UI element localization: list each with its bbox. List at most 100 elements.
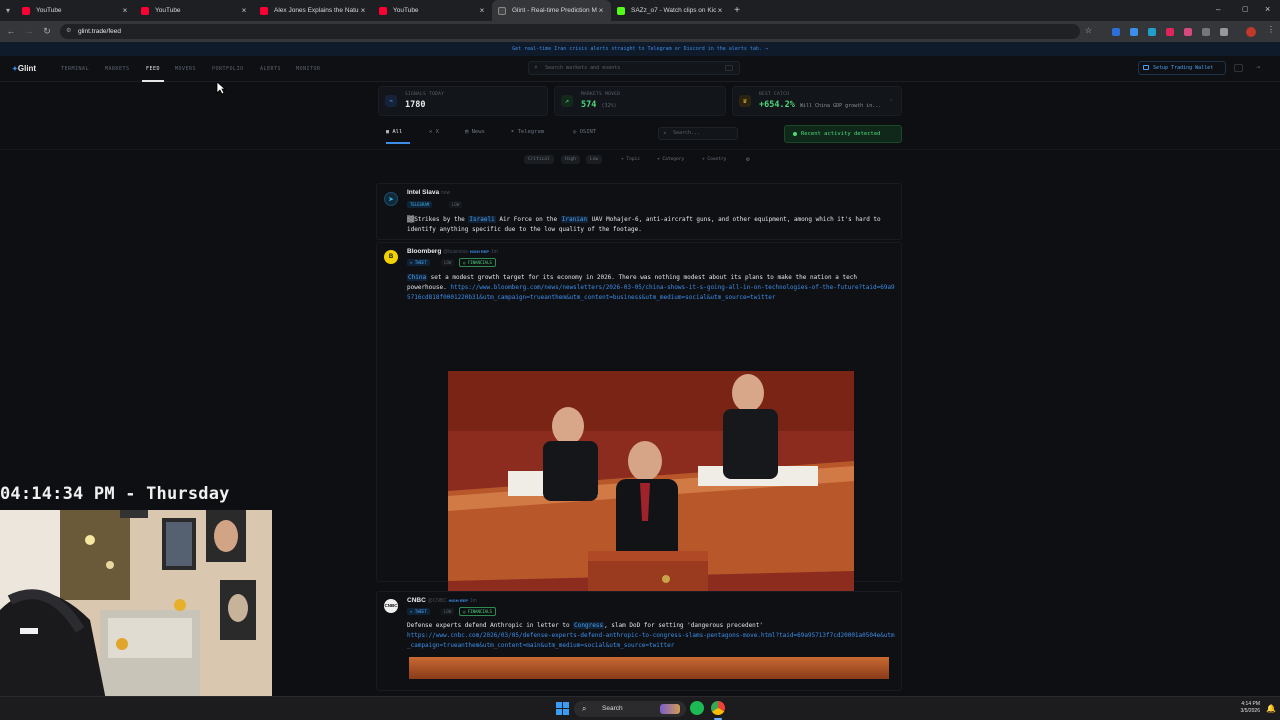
glint-logo[interactable]: ✦Glint (12, 64, 36, 73)
star-icon[interactable]: ☆ (1085, 26, 1092, 35)
taskbar-clock[interactable]: 4:14 PM 3/5/2026 (1220, 701, 1260, 715)
site-info-icon[interactable]: ⚙ (66, 27, 71, 34)
post-image[interactable] (409, 657, 889, 679)
new-tab-icon[interactable]: + (730, 5, 744, 16)
best-catch-value: +654.2% (759, 100, 795, 110)
shortcut-key-icon (725, 65, 733, 71)
browser-tab-2[interactable]: YouTube × (135, 0, 254, 21)
notification-icon[interactable]: 🔔 (1266, 704, 1276, 713)
nav-movers[interactable]: MOVERS (175, 66, 196, 72)
browser-tab-4[interactable]: YouTube × (373, 0, 492, 21)
extension-icon[interactable] (1148, 28, 1156, 36)
post-link[interactable]: https://www.cnbc.com/2026/03/05/defense-… (407, 632, 895, 649)
market-search-input[interactable]: ⌕ Search markets and events (528, 61, 740, 75)
post-author: Bloomberg @business HIGH REP 1m (407, 248, 498, 255)
nav-terminal[interactable]: TERMINAL (61, 66, 89, 72)
source-label: TWEET (414, 260, 427, 265)
filter-tab-telegram[interactable]: ➤ Telegram (511, 129, 544, 135)
entity-highlight[interactable]: Israeli (468, 216, 496, 223)
chip-country[interactable]: + Country (702, 157, 726, 162)
extension-icon[interactable] (1130, 28, 1138, 36)
feed-search-input[interactable]: ⌕ Search... (658, 127, 738, 140)
logout-icon[interactable]: ⇥ (1256, 63, 1260, 71)
stat-best-catch[interactable]: ♛ BEST CATCH +654.2% Will China GDP grow… (732, 86, 902, 116)
menu-icon[interactable]: ⋮ (1267, 25, 1275, 34)
search-placeholder: Search markets and events (545, 65, 621, 71)
nav-portfolio[interactable]: PORTFOLIO (212, 66, 244, 72)
close-icon[interactable]: × (121, 6, 129, 15)
stat-signals: ⌁ SIGNALS TODAY 1780 (378, 86, 548, 116)
puzzle-icon[interactable] (1220, 28, 1228, 36)
browser-tab-5[interactable]: Glint - Real-time Prediction Ma × (492, 0, 611, 21)
stat-markets: ↗ MARKETS MOVED 574 (32%) (554, 86, 726, 116)
chip-low[interactable]: Low (586, 155, 603, 164)
stat-label: BEST CATCH (759, 92, 790, 97)
close-icon[interactable]: × (359, 6, 367, 15)
chip-topic[interactable]: + Topic (621, 157, 640, 162)
nav-alerts[interactable]: ALERTS (260, 66, 281, 72)
feed-item[interactable]: B Bloomberg @business HIGH REP 1m ✕ TWEE… (376, 242, 902, 641)
profile-avatar[interactable] (1246, 27, 1256, 37)
chip-category[interactable]: + Category (657, 157, 684, 162)
layout-icon[interactable] (1234, 64, 1243, 72)
youtube-icon (141, 6, 149, 15)
post-text: Air Force on the (495, 216, 561, 223)
nav-markets[interactable]: MARKETS (105, 66, 130, 72)
close-icon[interactable]: × (597, 6, 605, 15)
close-icon[interactable]: × (240, 6, 248, 15)
entity-highlight[interactable]: China (407, 274, 428, 281)
severity-badge: LOW (441, 259, 455, 266)
browser-tab-6[interactable]: SAZz_o7 - Watch clips on Kick × (611, 0, 730, 21)
glint-favicon-icon (498, 6, 506, 15)
chip-high[interactable]: High (561, 155, 580, 164)
feed-search-placeholder: Search... (673, 130, 701, 136)
url-text: glint.trade/feed (78, 28, 122, 35)
entity-highlight[interactable]: Congress (573, 622, 605, 629)
chrome-icon[interactable] (711, 701, 725, 715)
nav-monitor[interactable]: MONITOR (296, 66, 321, 72)
url-field[interactable]: ⚙ glint.trade/feed ☆ (60, 24, 1092, 39)
browser-tab-1[interactable]: YouTube × (16, 0, 135, 21)
source-badge: TELEGRAM (407, 201, 433, 208)
logo-text: Glint (17, 64, 37, 73)
chip-critical[interactable]: Critical (524, 155, 554, 164)
search-icon: ⌕ (663, 130, 667, 137)
category-tag: ◎ FINANCIALS (459, 607, 496, 616)
forward-icon[interactable]: → (20, 26, 38, 36)
post-body: ▒▒Strikes by the Israeli Air Force on th… (407, 215, 897, 235)
close-icon[interactable]: × (478, 6, 486, 15)
browser-tab-3[interactable]: Alex Jones Explains the Nature × (254, 0, 373, 21)
back-icon[interactable]: ← (2, 26, 20, 36)
start-icon[interactable] (556, 702, 569, 715)
settings-gear-icon[interactable]: ⚙ (746, 156, 750, 163)
reload-icon[interactable]: ↻ (38, 26, 56, 37)
post-time: 1m (469, 598, 477, 604)
maximize-icon[interactable]: ▢ (1242, 5, 1249, 13)
extension-icon[interactable] (1184, 28, 1192, 36)
window-close-icon[interactable]: × (1265, 4, 1270, 14)
filter-tab-osint[interactable]: ◎ OSINT (573, 129, 596, 135)
active-nav-indicator (142, 80, 164, 82)
filter-tab-all[interactable]: ▦ All (386, 129, 402, 135)
tab-search-icon[interactable]: ▾ (0, 6, 16, 15)
tab-title: YouTube (155, 7, 181, 14)
taskbar-search[interactable]: ⌕ Search (574, 701, 686, 717)
post-link[interactable]: https://www.bloomberg.com/news/newslette… (407, 284, 895, 301)
nav-feed[interactable]: FEED (146, 66, 160, 72)
recent-activity-text: Recent activity detected (801, 131, 881, 137)
filter-tab-label: All (392, 129, 403, 135)
entity-highlight[interactable]: Iranian (560, 216, 589, 223)
alert-banner[interactable]: Get real-time Iran crisis alerts straigh… (0, 42, 1280, 56)
extension-icon[interactable] (1166, 28, 1174, 36)
webcam-overlay (0, 510, 272, 720)
source-badge: ✕ TWEET (407, 259, 430, 266)
spotify-icon[interactable] (690, 701, 704, 715)
filter-tab-x[interactable]: ✕ X (429, 129, 439, 135)
setup-wallet-button[interactable]: Setup Trading Wallet (1138, 61, 1226, 75)
extension-icon[interactable] (1202, 28, 1210, 36)
close-icon[interactable]: × (716, 6, 724, 15)
minimize-icon[interactable]: – (1216, 5, 1220, 14)
feed-item[interactable]: ➤ Intel Slava now TELEGRAM LOW ▒▒Strikes… (376, 183, 902, 240)
extension-icon[interactable] (1112, 28, 1120, 36)
filter-tab-news[interactable]: ▤ News (465, 129, 485, 135)
